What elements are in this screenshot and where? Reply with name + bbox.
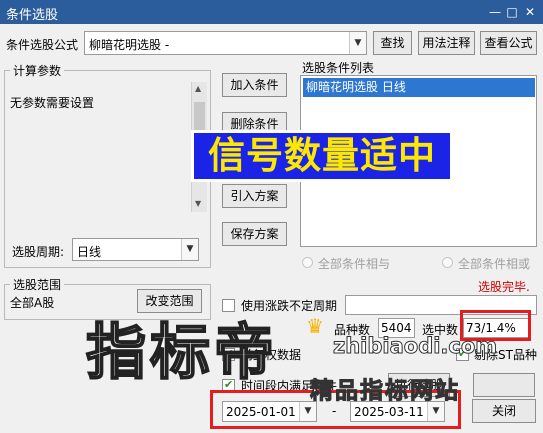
- watermark-big: 指标帝: [85, 317, 278, 389]
- status-text: 选股完毕.: [478, 280, 530, 294]
- radio-or[interactable]: [442, 257, 453, 268]
- view-formula-button[interactable]: 查看公式: [480, 31, 537, 55]
- condition-item[interactable]: 柳暗花明选股 日线: [303, 78, 535, 97]
- crown-icon: ♛: [306, 314, 324, 338]
- formula-select[interactable]: 柳暗花明选股 - ▼: [84, 31, 367, 55]
- scope-value: 全部A股: [10, 296, 55, 310]
- scroll-down-icon[interactable]: ▼: [195, 199, 201, 208]
- formula-label: 条件选股公式: [6, 38, 79, 52]
- period-select[interactable]: 日线 ▼: [72, 238, 199, 261]
- close-button[interactable]: 关闭: [472, 399, 536, 423]
- add-condition-button[interactable]: 加入条件: [222, 73, 287, 97]
- params-text: 无参数需要设置: [10, 96, 95, 110]
- radio-or-label: 全部条件相或: [458, 257, 531, 271]
- window-title: 条件选股: [6, 8, 59, 23]
- unfixed-period-label: 使用涨跌不定周期: [241, 299, 338, 313]
- find-button[interactable]: 查找: [373, 31, 412, 55]
- maximize-icon[interactable]: □: [505, 5, 519, 19]
- scroll-up-icon[interactable]: ▲: [195, 84, 201, 93]
- radio-and-label: 全部条件相与: [318, 257, 391, 271]
- import-plan-button[interactable]: 引入方案: [222, 184, 287, 208]
- conditions-label: 选股条件列表: [302, 61, 375, 75]
- radio-and[interactable]: [302, 257, 313, 268]
- exec-secondary-button[interactable]: [473, 373, 535, 397]
- watermark-url: zhibiaodi.com: [332, 334, 498, 359]
- unfixed-period-checkbox[interactable]: [222, 299, 235, 312]
- scope-group-label: 选股范围: [10, 276, 65, 293]
- banner: 信号数量适中: [191, 130, 453, 182]
- params-group-label: 计算参数: [10, 62, 65, 79]
- formula-value: 柳暗花明选股 -: [89, 38, 170, 52]
- title-bar: 条件选股 — □ ✕: [0, 0, 543, 24]
- save-plan-button[interactable]: 保存方案: [222, 222, 287, 246]
- period-value: 日线: [77, 245, 102, 259]
- period-label: 选股周期:: [12, 245, 65, 259]
- chevron-down-icon[interactable]: ▼: [181, 239, 198, 260]
- usage-button[interactable]: 用法注释: [418, 31, 475, 55]
- minimize-icon[interactable]: —: [488, 5, 502, 19]
- watermark-sub: 精品指标网站: [310, 378, 460, 405]
- chevron-down-icon[interactable]: ▼: [349, 32, 366, 54]
- change-range-button[interactable]: 改变范围: [137, 289, 202, 313]
- close-icon[interactable]: ✕: [523, 5, 537, 19]
